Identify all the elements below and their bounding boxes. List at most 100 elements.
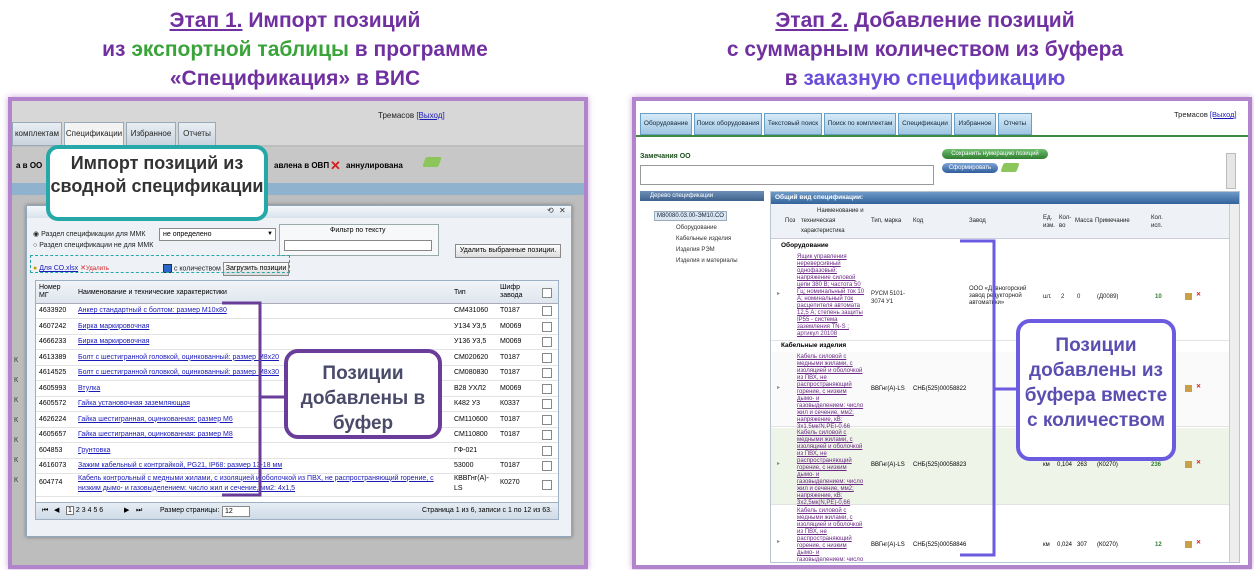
table-row[interactable]: 4633920 Анкер стандартный с болтом: разме… xyxy=(36,303,558,319)
prev-page-icon[interactable]: ◀ xyxy=(54,503,59,519)
delete-icon[interactable]: ✕ xyxy=(1196,291,1201,298)
table-row[interactable]: 4616073 Зажим кабельный с контргайкой, PG… xyxy=(36,458,558,474)
tree-item-rem[interactable]: Изделия РЭМ xyxy=(676,245,738,256)
item2-desc[interactable]: Кабель силовой с медными жилами, с изоля… xyxy=(797,354,865,431)
row-name-link[interactable]: Анкер стандартный с болтом: размер М10х8… xyxy=(78,303,227,318)
row-checkbox[interactable] xyxy=(542,368,552,378)
left-screenshot-panel: Тремасов [Выход] комплектам Спецификации… xyxy=(8,97,588,569)
radio-not-mmk-dot[interactable]: ○ xyxy=(33,242,37,249)
col-code-right: Код xyxy=(913,218,924,224)
select-all-checkbox[interactable] xyxy=(542,288,552,298)
page-2[interactable]: 2 xyxy=(76,507,80,514)
dialog-refresh-icon[interactable]: ⟲ xyxy=(547,206,554,215)
edit-icon[interactable] xyxy=(1185,385,1192,392)
tab-specifications[interactable]: Спецификации xyxy=(64,122,124,146)
row-name-link[interactable]: Гайка шестигранная, оцинкованная: размер… xyxy=(78,427,233,442)
row-name-link[interactable]: Втулка xyxy=(78,381,100,396)
row-checkbox[interactable] xyxy=(542,430,552,440)
row-checkbox[interactable] xyxy=(542,337,552,347)
mmk-select[interactable]: не определено ▼ xyxy=(159,228,276,241)
first-page-icon[interactable]: ⏮ xyxy=(42,503,48,519)
row-checkbox[interactable] xyxy=(542,352,552,363)
edit-icon[interactable] xyxy=(1185,461,1192,468)
radio-mmk[interactable]: ◉ Раздел спецификации для ММК xyxy=(33,230,145,238)
tab-reports[interactable]: Отчеты xyxy=(178,122,216,146)
table-row[interactable]: 604853 Грунтовка ГФ-021 xyxy=(36,443,558,459)
row-number: 604853 xyxy=(39,446,63,454)
tab-complect-search[interactable]: Поиск по комплектам xyxy=(824,113,896,135)
row-expand-icon[interactable]: ▸ xyxy=(777,384,780,391)
pager-info: Страница 1 из 6, записи с 1 по 12 из 63. xyxy=(422,507,552,514)
row-checkbox[interactable] xyxy=(542,321,552,332)
tab-complects[interactable]: комплектам xyxy=(12,122,62,146)
row-checkbox[interactable] xyxy=(542,479,552,490)
filter-input[interactable] xyxy=(284,240,432,251)
tree-item-equipment[interactable]: Оборудование xyxy=(676,223,738,234)
remarks-input[interactable] xyxy=(640,165,934,185)
row-name-link[interactable]: Грунтовка xyxy=(78,443,110,458)
behind-status-left: а в ОО xyxy=(16,161,43,170)
edit-icon[interactable] xyxy=(1185,293,1192,300)
tab-reports-right[interactable]: Отчеты xyxy=(998,113,1032,135)
row-checkbox[interactable] xyxy=(542,445,552,456)
tab-equipment-search[interactable]: Поиск оборудования xyxy=(694,113,762,135)
page-3[interactable]: 3 xyxy=(82,507,86,514)
row-checkbox[interactable] xyxy=(542,383,552,394)
delete-icon[interactable]: ✕ xyxy=(1196,459,1201,466)
tree-item-cables[interactable]: Кабельные изделия xyxy=(676,234,738,245)
row-checkbox[interactable] xyxy=(542,306,552,316)
radio-not-mmk[interactable]: ○ Раздел спецификации не для ММК xyxy=(33,242,153,249)
row-name-link[interactable]: Гайка установочная заземляющая xyxy=(78,396,190,411)
item1-desc[interactable]: Ящик управления нереверсивный однофазовы… xyxy=(797,254,865,338)
tab-text-search[interactable]: Текстовый поиск xyxy=(764,113,822,135)
tab-favorites-right[interactable]: Избранное xyxy=(954,113,996,135)
cancel-x-icon: ✕ xyxy=(330,158,341,173)
row-name-link[interactable]: Бирка маркировочная xyxy=(78,319,149,334)
radio-mmk-dot[interactable]: ◉ xyxy=(33,231,39,238)
item4-desc[interactable]: Кабель силовой с медными жилами, с изоля… xyxy=(797,508,865,562)
buffer-added-callout: Позиции добавлены из буфера вместе с кол… xyxy=(1016,319,1176,461)
page-4[interactable]: 4 xyxy=(88,507,92,514)
page-6[interactable]: 6 xyxy=(99,507,103,514)
next-page-icon[interactable]: ▶ xyxy=(124,503,129,519)
row-name-link[interactable]: Гайка шестигранная, оцинкованная: размер… xyxy=(78,412,233,427)
table-row[interactable]: 604774 Кабель контрольный с медными жилам… xyxy=(36,474,558,497)
save-numbering-button[interactable]: Сохранить нумерацию позиций xyxy=(942,149,1048,159)
form-button[interactable]: Сформировать xyxy=(942,163,998,173)
item1-mass: 0 xyxy=(1077,294,1081,300)
row-expand-icon[interactable]: ▸ xyxy=(777,290,780,297)
table-row[interactable]: 4666233 Бирка маркировочная У136 У3,5 М0069 xyxy=(36,334,558,350)
last-page-icon[interactable]: ⏭ xyxy=(136,503,142,519)
dialog-close-icon[interactable]: ✕ xyxy=(559,206,566,215)
table-row[interactable]: 4607242 Бирка маркировочная У134 У3,5 М0069 xyxy=(36,319,558,335)
page-1[interactable]: 1 xyxy=(66,506,74,515)
page-size-select[interactable]: 12 xyxy=(222,506,250,517)
delete-icon[interactable]: ✕ xyxy=(1196,539,1201,546)
row-name-link[interactable]: Бирка маркировочная xyxy=(78,334,149,349)
exit-link[interactable]: [Выход] xyxy=(416,111,444,120)
row-code: Т0187 xyxy=(500,462,520,469)
right-top-scrollbar[interactable] xyxy=(1226,153,1236,189)
stage2-line2: с суммарным количеством из буфера xyxy=(726,38,1124,61)
delete-icon[interactable]: ✕ xyxy=(1196,383,1201,390)
row-type: КВВГнг(А)-LS xyxy=(454,474,489,492)
tab-equipment[interactable]: Оборудование xyxy=(640,113,692,135)
delete-selected-button[interactable]: Удалить выбранные позиции. xyxy=(455,244,561,258)
item4-mass: 307 xyxy=(1077,542,1088,548)
row-expand-icon[interactable]: ▸ xyxy=(777,460,780,467)
exit-link-right[interactable]: [Выход] xyxy=(1210,110,1237,119)
row-code: Т0187 xyxy=(500,307,520,314)
row-checkbox[interactable] xyxy=(542,399,552,409)
left-tabs: комплектам Спецификации Избранное Отчеты xyxy=(12,122,312,146)
tree-root[interactable]: М80080.03.00-ЭМ10.СО xyxy=(654,211,727,221)
edit-icon[interactable] xyxy=(1185,541,1192,548)
item3-desc[interactable]: Кабель силовой с медными жилами, с изоля… xyxy=(797,430,865,507)
row-checkbox[interactable] xyxy=(542,414,552,425)
spec-scrollbar[interactable] xyxy=(1229,204,1239,562)
tab-specifications-right[interactable]: Спецификации xyxy=(898,113,952,135)
page-5[interactable]: 5 xyxy=(93,507,97,514)
row-expand-icon[interactable]: ▸ xyxy=(777,538,780,545)
tree-item-materials[interactable]: Изделия и материалы xyxy=(676,256,738,267)
row-checkbox[interactable] xyxy=(542,461,552,471)
tab-favorites[interactable]: Избранное xyxy=(126,122,176,146)
